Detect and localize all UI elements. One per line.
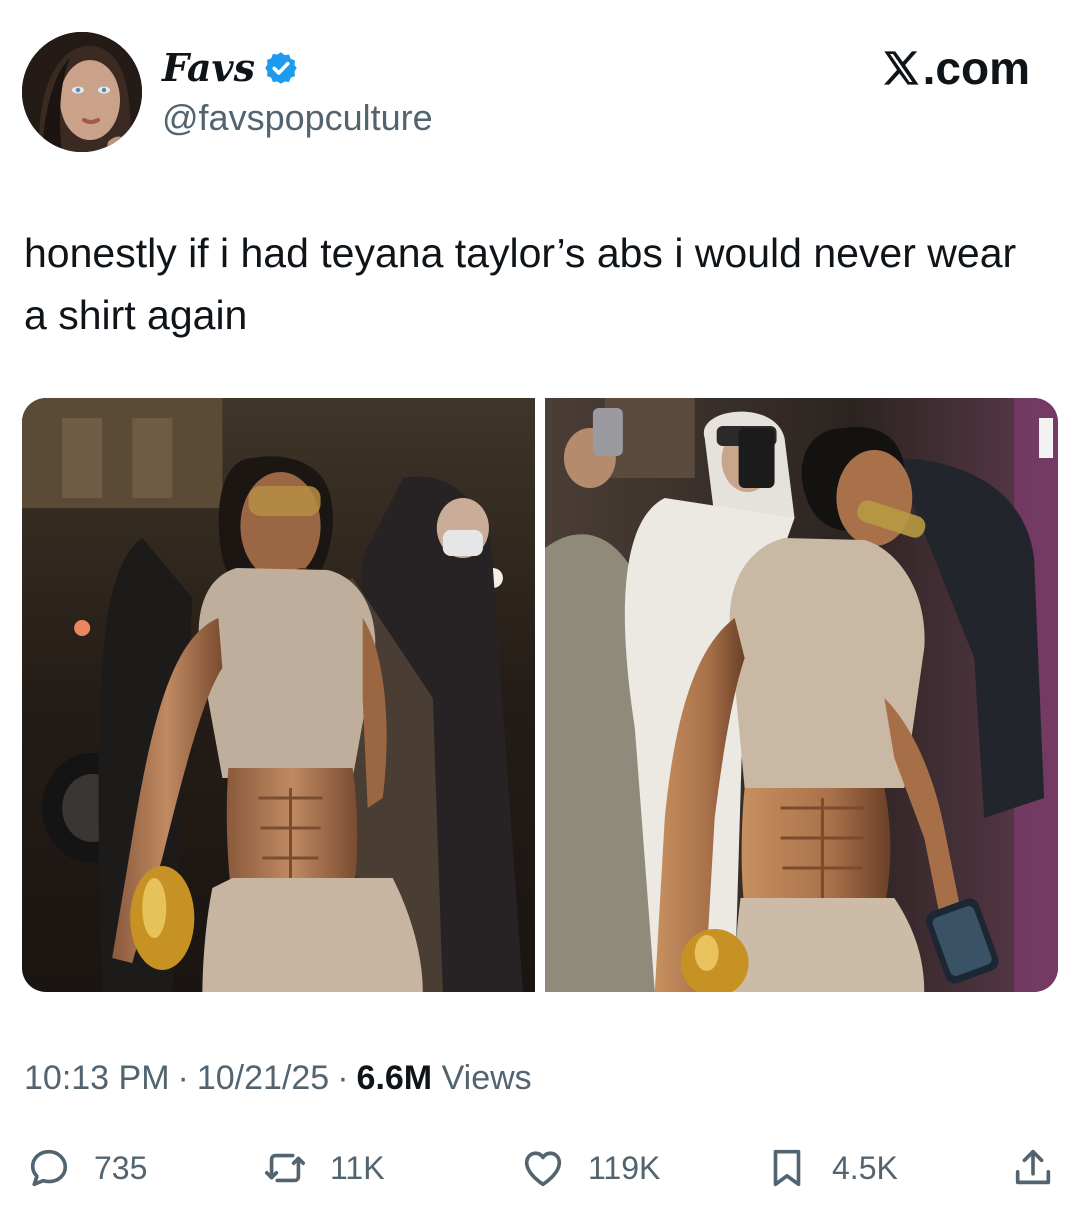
tweet-meta: 10:13 PM · 10/21/25 · 6.6M Views bbox=[24, 1056, 532, 1100]
media-grid bbox=[22, 398, 1058, 992]
repost-count: 11K bbox=[330, 1149, 385, 1186]
like-button[interactable]: 119K bbox=[520, 1138, 660, 1198]
views-label: Views bbox=[441, 1059, 532, 1097]
media-photo-1[interactable] bbox=[22, 398, 535, 992]
views-count: 6.6M bbox=[356, 1059, 433, 1097]
heart-icon bbox=[524, 1151, 562, 1187]
share-button[interactable] bbox=[1010, 1138, 1056, 1198]
reply-button[interactable]: 735 bbox=[26, 1138, 147, 1198]
like-count: 119K bbox=[588, 1149, 661, 1186]
tweet-date[interactable]: 10/21/25 bbox=[197, 1059, 329, 1097]
x-logo-icon bbox=[883, 51, 919, 85]
reply-icon bbox=[30, 1149, 68, 1187]
brand-watermark: .com bbox=[881, 42, 1030, 94]
avatar[interactable] bbox=[22, 32, 142, 152]
tweet-time[interactable]: 10:13 PM bbox=[24, 1059, 170, 1097]
repost-button[interactable]: 11K bbox=[262, 1138, 385, 1198]
meta-separator: · bbox=[337, 1059, 349, 1097]
bookmark-icon bbox=[773, 1149, 801, 1187]
repost-icon bbox=[264, 1153, 306, 1183]
meta-separator: · bbox=[177, 1059, 189, 1097]
media-photo-2[interactable] bbox=[545, 398, 1058, 992]
photo-image bbox=[22, 398, 535, 992]
brand-label: .com bbox=[922, 42, 1030, 94]
action-bar: 735 11K 119K 4.5K bbox=[26, 1138, 1060, 1198]
photo-image bbox=[545, 398, 1058, 992]
author-handle[interactable]: @favspopculture bbox=[162, 96, 433, 140]
avatar-image bbox=[22, 32, 142, 152]
reply-count: 735 bbox=[94, 1149, 148, 1186]
share-icon bbox=[1015, 1149, 1051, 1185]
bookmark-button[interactable]: 4.5K bbox=[764, 1138, 898, 1198]
tweet-text: honestly if i had teyana taylor’s abs i … bbox=[24, 230, 1017, 338]
display-name-row[interactable]: Favs bbox=[162, 44, 299, 92]
bookmark-count: 4.5K bbox=[832, 1149, 898, 1186]
display-name[interactable]: Favs bbox=[162, 44, 255, 92]
verified-badge-icon bbox=[265, 52, 297, 84]
